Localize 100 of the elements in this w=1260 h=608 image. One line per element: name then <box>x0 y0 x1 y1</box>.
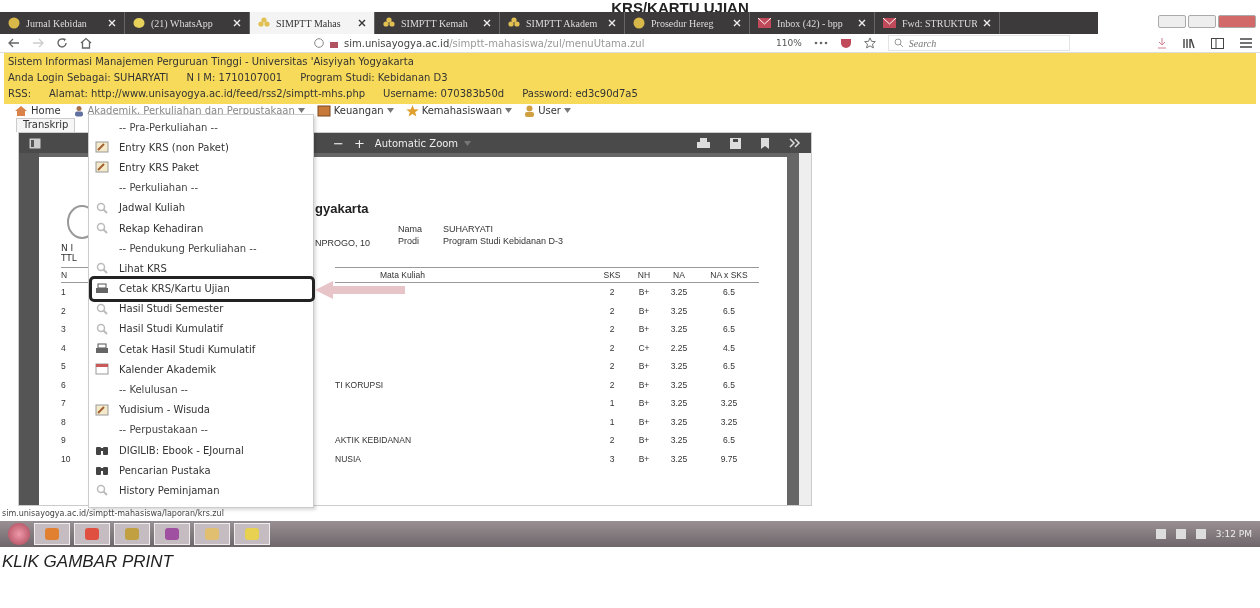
table-cell: 5 <box>61 361 66 371</box>
people-icon <box>72 104 85 117</box>
zoom-level[interactable]: 110% <box>776 38 802 48</box>
menu-item[interactable]: Kalender Akademik <box>89 359 313 380</box>
browser-tab[interactable]: SIMPTT Akadem <box>500 12 625 34</box>
app-icon <box>44 527 60 541</box>
menu-item[interactable]: Rekap Kehadiran <box>89 217 313 239</box>
table-cell: 2 <box>609 305 615 316</box>
table-cell: 1 <box>609 416 615 427</box>
sidebar-icon[interactable] <box>1211 37 1224 49</box>
star-icon[interactable] <box>863 37 876 49</box>
table-cell: 7 <box>61 398 66 408</box>
menu-item[interactable]: Entry KRS (non Paket) <box>89 137 313 158</box>
table-cell: B+ <box>638 435 650 445</box>
menu-item[interactable]: Lihat KRS <box>89 258 313 279</box>
menu-item[interactable]: Pencarian Pustaka <box>89 460 313 481</box>
reload-icon[interactable] <box>56 37 68 49</box>
table-cell: 3.25 <box>670 398 688 408</box>
download-icon[interactable] <box>1157 37 1167 49</box>
app-icon <box>204 527 220 541</box>
taskbar-button[interactable] <box>154 523 190 545</box>
home-icon[interactable] <box>80 37 92 49</box>
sidebar-toggle-icon[interactable] <box>29 137 41 149</box>
chat-icon <box>133 17 145 29</box>
pencil-icon <box>95 403 109 416</box>
caret-icon <box>464 140 472 146</box>
back-icon[interactable] <box>8 38 20 48</box>
zoom-out-button[interactable]: − <box>333 135 344 151</box>
table-cell: 4.5 <box>723 342 735 353</box>
magnifier-icon <box>95 262 109 275</box>
browser-tab[interactable]: SIMPTT Mahas <box>250 12 375 34</box>
taskbar-button[interactable] <box>74 523 110 545</box>
column-header: Mata Kuliah <box>380 270 425 280</box>
menu-item[interactable]: Akademik, Perkuliahan dan Perpustakaan <box>72 104 305 117</box>
pocket-icon[interactable] <box>839 37 852 49</box>
menu-section-header: -- Perpustakaan -- <box>119 424 208 436</box>
globe-icon <box>8 17 20 29</box>
table-cell: 6 <box>61 379 66 390</box>
browser-tab[interactable]: Jurnal Kebidan <box>0 12 125 34</box>
field-label: TTL <box>61 253 77 263</box>
menu-item[interactable]: Cetak Hasil Studi Kumulatif <box>89 339 313 360</box>
save-icon[interactable] <box>730 137 741 149</box>
menu-item[interactable]: Keuangan <box>316 104 394 117</box>
status-url: sim.unisayogya.ac.id/simptt-mahasiswa/laporan/krs.zul <box>1 509 225 520</box>
table-cell: 2 <box>609 361 615 371</box>
library-icon[interactable] <box>1183 37 1195 49</box>
scrollbar[interactable] <box>799 153 811 505</box>
menu-item[interactable]: Cetak KRS/Kartu Ujian <box>89 278 313 299</box>
browser-tab[interactable]: Prosedur Hereg <box>625 12 750 34</box>
menu-icon[interactable] <box>1240 38 1252 48</box>
clock[interactable]: 3:12 PM <box>1215 529 1252 539</box>
table-cell: 3.25 <box>670 379 688 390</box>
page-tab[interactable]: Transkrip <box>16 118 76 132</box>
calendar-icon <box>95 363 109 376</box>
menu-item[interactable]: Jadwal Kuliah <box>89 197 313 218</box>
menu-item[interactable]: Hasil Studi Kumulatif <box>89 318 313 340</box>
table-cell: 6.5 <box>723 435 735 445</box>
table-cell: 2 <box>609 324 615 334</box>
field-label: N I <box>61 243 74 253</box>
browser-tab[interactable]: Fwd: STRUKTUR <box>875 12 1000 34</box>
menu-item[interactable]: History Peminjaman <box>89 480 313 501</box>
menu-item[interactable]: User <box>524 104 571 117</box>
house-icon <box>14 104 28 117</box>
column-header: NH <box>637 270 651 280</box>
table-cell: TI KORUPSI <box>335 379 384 390</box>
start-button[interactable] <box>8 523 30 545</box>
menu-item[interactable]: Hasil Studi Semester <box>89 298 313 319</box>
zoom-select[interactable]: Automatic Zoom <box>374 137 472 149</box>
more-icon[interactable] <box>813 41 828 45</box>
field-label: Nama <box>398 224 424 236</box>
table-cell: B+ <box>638 453 650 464</box>
table-cell: 2.25 <box>670 342 688 353</box>
table-cell: 1 <box>61 287 66 297</box>
login-info: Anda Login Sebagai: SUHARYATI <box>8 71 169 85</box>
search-field[interactable]: Search <box>887 35 1070 51</box>
print-icon[interactable] <box>697 137 710 149</box>
magnifier-icon <box>95 322 109 335</box>
zoom-in-button[interactable]: + <box>353 135 365 151</box>
menu-section-header: -- Perkuliahan -- <box>119 182 199 194</box>
rss-address: Alamat: http://www.unisayogya.ac.id/feed/rss2/simptt-mhs.php <box>49 87 366 101</box>
menu-item[interactable]: Kemahasiswaan <box>405 104 513 117</box>
address-field[interactable]: sim.unisayogya.ac.id/simptt-mahasiswa/zul/menuUtama.zul <box>314 37 764 49</box>
browser-tab[interactable]: SIMPTT Kemah <box>375 12 500 34</box>
browser-tab[interactable]: Inbox (42) - bpp <box>750 12 875 34</box>
table-cell: B+ <box>638 287 650 297</box>
table-cell: 6.5 <box>723 305 735 316</box>
menu-item[interactable]: DIGILIB: Ebook - EJournal <box>89 440 313 461</box>
field-value: SUHARYATI <box>443 224 495 236</box>
menu-item[interactable]: Entry KRS Paket <box>89 157 313 178</box>
bookmark-icon[interactable] <box>761 137 769 149</box>
close-icon[interactable] <box>358 19 366 27</box>
field-label: Prodi <box>398 236 421 248</box>
menu-item[interactable]: Yudisium - Wisuda <box>89 399 313 420</box>
more-tools-icon[interactable] <box>789 138 801 148</box>
table-cell: 3.25 <box>670 305 688 316</box>
menu-item[interactable]: Home <box>14 104 61 117</box>
arrow-icon <box>315 280 405 299</box>
column-header: NA x SKS <box>710 270 748 280</box>
globe-icon <box>633 17 645 29</box>
field-value: Program Studi Kebidanan D-3 <box>443 236 564 248</box>
